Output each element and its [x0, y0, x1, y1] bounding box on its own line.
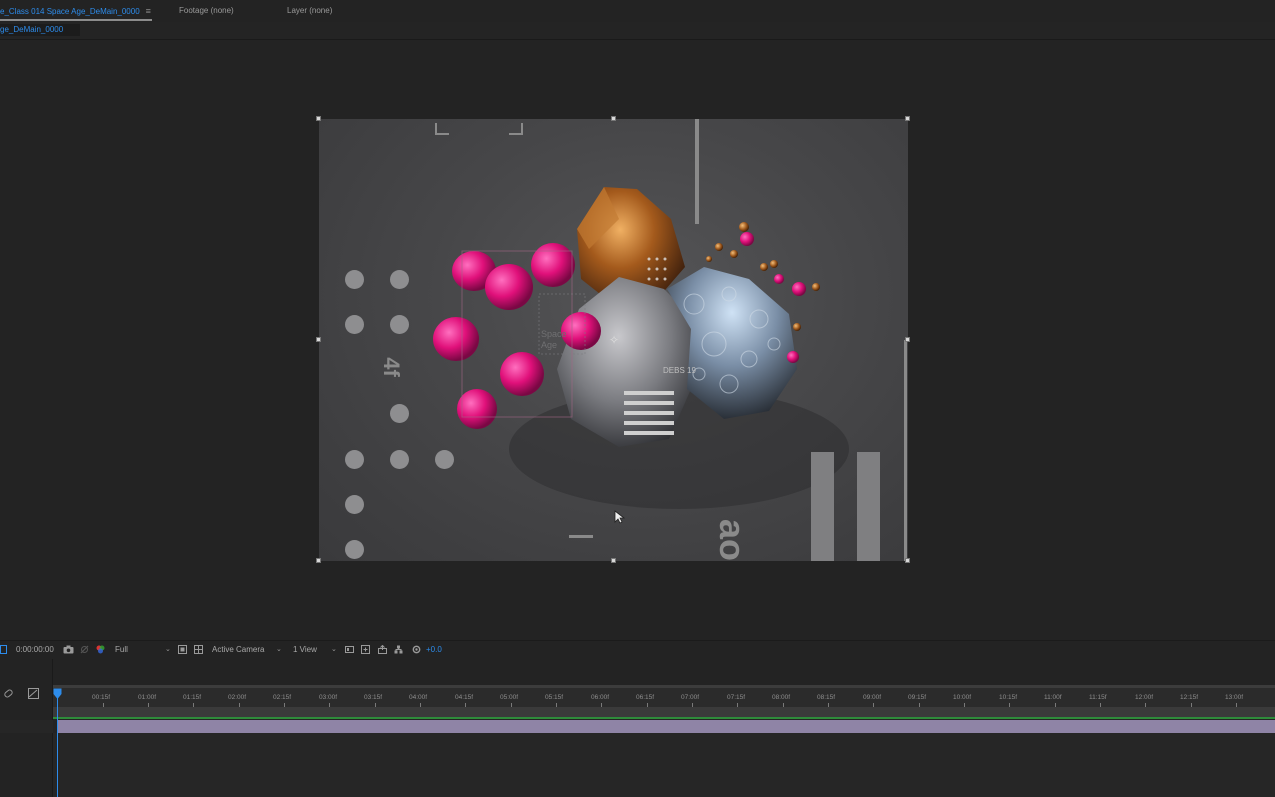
motion-blur-icon[interactable]: [3, 688, 14, 699]
transform-handle-middle-left[interactable]: [316, 337, 321, 342]
show-snapshot-icon[interactable]: [80, 645, 89, 654]
region-of-interest-icon[interactable]: [0, 645, 9, 654]
time-navigator[interactable]: [53, 685, 1275, 688]
ruler-tick-label: 09:15f: [908, 694, 927, 701]
decor-dot: [345, 495, 364, 514]
layer-row-header[interactable]: [0, 720, 53, 733]
ruler-tick-label: 03:00f: [319, 694, 338, 701]
composition-breadcrumb-bar: ge_DeMain_0000: [0, 22, 1275, 40]
active-tab-underline: [0, 19, 152, 21]
ruler-tick-label: 08:00f: [772, 694, 791, 701]
ruler-tick-label: 02:00f: [228, 694, 247, 701]
ruler-tick-label: 06:15f: [636, 694, 655, 701]
footage-tab[interactable]: Footage (none): [179, 6, 234, 15]
viewer-toolbar: 0:00:00:00 Full ⌄ Active Camera ⌄ 1 View…: [0, 640, 1275, 660]
work-area-cache-line: [53, 717, 1275, 719]
view-layout-dropdown-chevron-icon[interactable]: ⌄: [331, 645, 337, 653]
view-layout-select[interactable]: 1 View: [293, 645, 317, 654]
ruler-tick-label: 06:00f: [591, 694, 610, 701]
composition-tab-label[interactable]: e_Class 014 Space Age_DeMain_0000: [0, 7, 140, 16]
panel-tab-bar: e_Class 014 Space Age_DeMain_0000 ≡ Foota…: [0, 0, 1275, 22]
ruler-tick-label: 03:15f: [364, 694, 383, 701]
decor-bar: [811, 452, 834, 561]
snapshot-camera-icon[interactable]: [63, 645, 74, 654]
ruler-tick-label: 05:00f: [500, 694, 519, 701]
decor-bar: [857, 452, 880, 561]
decor-dot: [345, 270, 364, 289]
transform-handle-bottom-right[interactable]: [905, 558, 910, 563]
flowchart-icon[interactable]: [394, 645, 403, 654]
graph-editor-icon[interactable]: [28, 688, 39, 699]
corner-bracket: [509, 123, 523, 135]
ruler-tick-label: 12:15f: [1180, 694, 1199, 701]
transparency-grid-icon[interactable]: [194, 645, 203, 654]
decor-bar: [569, 535, 593, 538]
anchor-point-icon[interactable]: ✧: [609, 334, 619, 346]
mouse-cursor-icon: [614, 510, 626, 524]
current-time-indicator-icon[interactable]: [53, 688, 62, 700]
ruler-tick-label: 01:00f: [138, 694, 157, 701]
composition-tab[interactable]: e_Class 014 Space Age_DeMain_0000 ≡: [0, 6, 151, 16]
ruler-tick-label: 13:00f: [1225, 694, 1244, 701]
resolution-select[interactable]: Full: [115, 645, 128, 654]
toggle-pixel-aspect-icon[interactable]: [345, 645, 354, 654]
composition-breadcrumb[interactable]: ge_DeMain_0000: [0, 24, 80, 36]
ruler-tick-label: 01:15f: [183, 694, 202, 701]
ruler-tick-label: 09:00f: [863, 694, 882, 701]
current-time-display[interactable]: 0:00:00:00: [16, 645, 54, 654]
camera-dropdown-chevron-icon[interactable]: ⌄: [276, 645, 282, 653]
decor-bar: [695, 119, 699, 224]
ruler-tick-label: 05:15f: [545, 694, 564, 701]
decor-dot: [390, 315, 409, 334]
overlay-text-space: Space: [541, 329, 567, 339]
transform-handle-bottom-left[interactable]: [316, 558, 321, 563]
transform-handle-bottom-center[interactable]: [611, 558, 616, 563]
decor-dot: [345, 540, 364, 559]
composition-frame[interactable]: Space Age DEBS 19 4f ao ✧: [319, 119, 908, 561]
decor-dot: [435, 450, 454, 469]
ruler-tick-label: 11:15f: [1089, 694, 1107, 701]
decor-dot: [390, 270, 409, 289]
transform-handle-top-center[interactable]: [611, 116, 616, 121]
transform-handle-top-right[interactable]: [905, 116, 910, 121]
decor-bar: [904, 340, 907, 561]
decor-dot: [390, 450, 409, 469]
ruler-tick-label: 04:15f: [455, 694, 474, 701]
fit-view-icon[interactable]: [361, 645, 370, 654]
reset-exposure-icon[interactable]: [412, 645, 421, 654]
decor-dot: [390, 404, 409, 423]
corner-bracket: [435, 123, 449, 135]
work-area-bar[interactable]: [53, 707, 1275, 717]
timeline-empty-area[interactable]: [53, 733, 1275, 797]
ruler-tick-label: 12:00f: [1135, 694, 1154, 701]
transform-handle-top-left[interactable]: [316, 116, 321, 121]
ruler-tick-label: 02:15f: [273, 694, 292, 701]
overlay-code: DEBS 19: [663, 366, 696, 375]
rotated-label-small: 4f: [378, 357, 404, 377]
transform-handle-middle-right[interactable]: [905, 337, 910, 342]
decor-dot: [345, 450, 364, 469]
color-channels-icon[interactable]: [96, 645, 105, 654]
decor-dot: [345, 315, 364, 334]
overlay-text-age: Age: [541, 340, 558, 350]
camera-view-select[interactable]: Active Camera: [212, 645, 264, 654]
panel-menu-icon[interactable]: ≡: [146, 6, 151, 16]
layer-tab[interactable]: Layer (none): [287, 6, 332, 15]
exposure-value[interactable]: +0.0: [426, 645, 442, 654]
ruler-tick-label: 11:00f: [1044, 694, 1062, 701]
ruler-tick-label: 07:15f: [727, 694, 746, 701]
ruler-tick-label: 07:00f: [681, 694, 700, 701]
ruler-tick-label: 08:15f: [817, 694, 836, 701]
export-frame-icon[interactable]: [378, 645, 387, 654]
ruler-tick-label: 00:15f: [92, 694, 111, 701]
timeline-panel: ⌄ 00:15f 01:00f 01:15f 02:00f 02:15f 03:…: [0, 659, 1275, 797]
fast-previews-icon[interactable]: [178, 645, 187, 654]
rotated-label-big: ao: [712, 518, 754, 561]
layer-duration-bar[interactable]: [57, 720, 1275, 733]
current-time-indicator-line[interactable]: [57, 694, 58, 797]
ruler-tick-label: 04:00f: [409, 694, 428, 701]
ruler-tick-label: 10:15f: [999, 694, 1018, 701]
ruler-tick-label: 10:00f: [953, 694, 972, 701]
resolution-dropdown-chevron-icon[interactable]: ⌄: [165, 645, 171, 653]
